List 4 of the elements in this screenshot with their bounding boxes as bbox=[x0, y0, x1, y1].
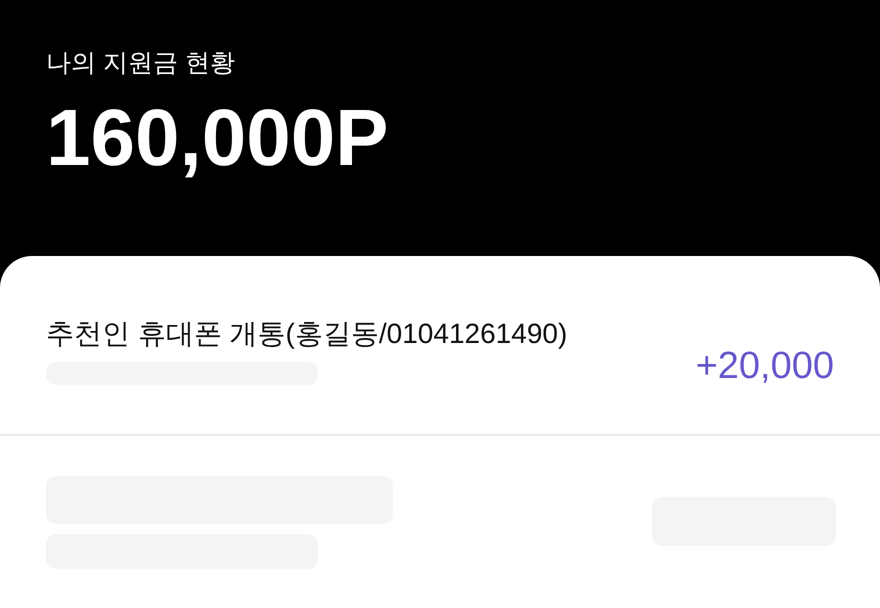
header-label: 나의 지원금 현황 bbox=[46, 48, 235, 79]
entry-amount: +20,000 bbox=[696, 344, 834, 388]
total-points: 160,000P bbox=[46, 94, 389, 182]
entry-title: 추천인 휴대폰 개통(홍길동/01041261490) bbox=[46, 317, 568, 351]
